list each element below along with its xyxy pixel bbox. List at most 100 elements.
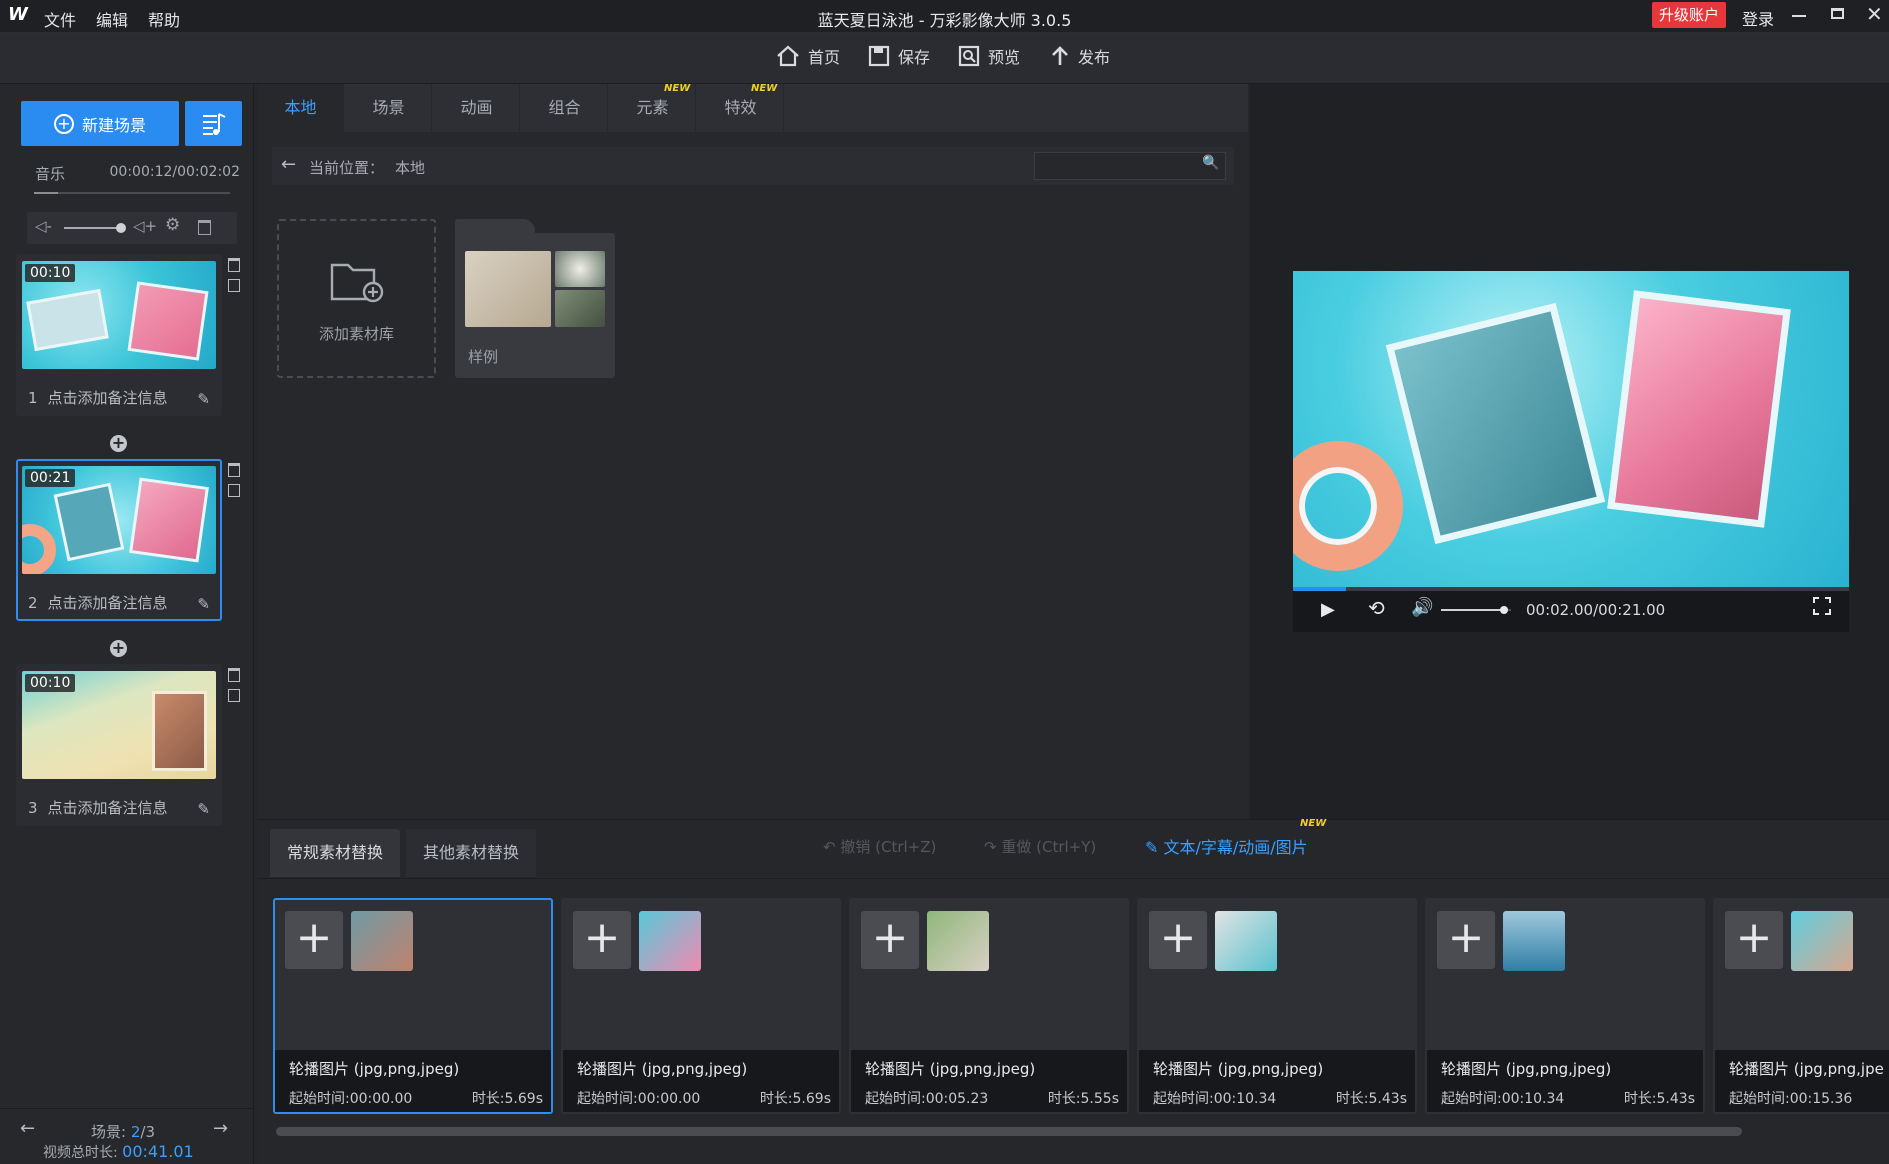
- volume-down-icon[interactable]: ◁-: [35, 217, 52, 235]
- delete-scene-icon[interactable]: [228, 463, 240, 477]
- tab-animation[interactable]: 动画: [434, 84, 520, 132]
- new-scene-button[interactable]: + 新建场景: [21, 101, 179, 146]
- location-bar: ← 当前位置： 本地 🔍: [272, 147, 1234, 185]
- main-toolbar: 首页 保存 预览 发布: [0, 33, 1889, 84]
- new-badge: NEW: [751, 83, 778, 94]
- delete-scene-icon[interactable]: [228, 258, 240, 272]
- replace-card-4[interactable]: + 轮播图片 (jpg,png,jpeg) 起始时间:00:10.34 时长:5.4…: [1137, 898, 1417, 1114]
- total-duration-value: 00:41.01: [122, 1142, 194, 1161]
- menu-file[interactable]: 文件: [44, 7, 76, 31]
- search-input[interactable]: [1034, 152, 1226, 180]
- scene-note[interactable]: 点击添加备注信息: [48, 594, 168, 612]
- delete-scene-icon[interactable]: [228, 668, 240, 682]
- window-title: 蓝天夏日泳池 - 万彩影像大师 3.0.5: [817, 11, 1072, 30]
- music-volume-slider[interactable]: [64, 223, 126, 233]
- add-image-button[interactable]: +: [573, 911, 631, 969]
- tab-scene[interactable]: 场景: [346, 84, 432, 132]
- card-start: 起始时间:00:10.34: [1153, 1091, 1277, 1107]
- edit-icon[interactable]: ✎: [197, 800, 210, 818]
- music-progress[interactable]: [34, 192, 230, 194]
- horizontal-scrollbar[interactable]: [276, 1127, 1742, 1136]
- add-circle-icon: +: [53, 113, 74, 134]
- insert-scene-icon[interactable]: +: [110, 640, 127, 657]
- scene-note[interactable]: 点击添加备注信息: [48, 799, 168, 817]
- play-icon[interactable]: ▶: [1321, 599, 1335, 620]
- volume-icon[interactable]: 🔊: [1411, 597, 1433, 618]
- scene-number: 3: [28, 799, 38, 817]
- player-controls: ▶ ⟲ 🔊 00:02.00/00:21.00: [1293, 587, 1849, 632]
- preview-button[interactable]: 预览: [958, 44, 1020, 68]
- scene-number: 2: [28, 594, 38, 612]
- volume-slider[interactable]: [1441, 606, 1511, 614]
- replace-thumbnail: [927, 911, 989, 971]
- music-list-button[interactable]: [185, 101, 242, 146]
- add-image-button[interactable]: +: [861, 911, 919, 969]
- trash-icon[interactable]: [198, 220, 211, 235]
- redo-button[interactable]: ↷ 重做 (Ctrl+Y): [984, 836, 1096, 857]
- scene-number: 1: [28, 389, 38, 407]
- location-label: 当前位置：: [309, 159, 385, 177]
- replace-card-6[interactable]: + 轮播图片 (jpg,png,jpe 起始时间:00:15.36: [1713, 898, 1889, 1114]
- text-edit-button[interactable]: ✎ 文本/字幕/动画/图片: [1145, 834, 1308, 858]
- login-link[interactable]: 登录: [1742, 6, 1774, 30]
- copy-scene-icon[interactable]: [228, 279, 240, 292]
- scene-note[interactable]: 点击添加备注信息: [48, 389, 168, 407]
- menu-edit[interactable]: 编辑: [96, 7, 128, 31]
- publish-button[interactable]: 发布: [1050, 44, 1110, 68]
- menu-help[interactable]: 帮助: [148, 7, 180, 31]
- save-icon: [868, 45, 890, 67]
- save-button[interactable]: 保存: [868, 44, 930, 68]
- upgrade-button[interactable]: 升级账户: [1652, 2, 1727, 28]
- copy-scene-icon[interactable]: [228, 484, 240, 497]
- tab-other-replace[interactable]: 其他素材替换: [406, 829, 536, 877]
- edit-icon[interactable]: ✎: [197, 595, 210, 613]
- search-icon[interactable]: 🔍: [1202, 155, 1219, 171]
- undo-button[interactable]: ↶ 撤销 (Ctrl+Z): [823, 836, 936, 857]
- scene-card-2[interactable]: 00:21 2 点击添加备注信息 ✎: [16, 459, 222, 621]
- add-image-button[interactable]: +: [1437, 911, 1495, 969]
- insert-scene-icon[interactable]: +: [110, 435, 127, 452]
- close-icon[interactable]: ✕: [1866, 2, 1883, 26]
- replace-thumbnail: [1215, 911, 1277, 971]
- replay-icon[interactable]: ⟲: [1368, 596, 1385, 620]
- replace-card-3[interactable]: + 轮播图片 (jpg,png,jpeg) 起始时间:00:05.23 时长:5.5…: [849, 898, 1129, 1114]
- home-button[interactable]: 首页: [776, 44, 840, 68]
- scene-card-3[interactable]: 00:10 3 点击添加备注信息 ✎: [16, 664, 222, 826]
- fullscreen-icon[interactable]: [1813, 597, 1831, 615]
- add-image-button[interactable]: +: [1149, 911, 1207, 969]
- tab-local[interactable]: 本地: [258, 84, 344, 132]
- publish-label: 发布: [1078, 48, 1111, 67]
- card-start: 起始时间:00:15.36: [1729, 1091, 1853, 1107]
- add-image-button[interactable]: +: [285, 911, 343, 969]
- player-progress[interactable]: [1293, 587, 1849, 591]
- prev-scene-icon[interactable]: ←: [20, 1118, 35, 1139]
- edit-icon[interactable]: ✎: [197, 390, 210, 408]
- maximize-icon[interactable]: [1831, 8, 1844, 19]
- minimize-icon[interactable]: [1792, 15, 1806, 17]
- replace-card-5[interactable]: + 轮播图片 (jpg,png,jpeg) 起始时间:00:10.34 时长:5.4…: [1425, 898, 1705, 1114]
- preview-icon: [958, 45, 980, 67]
- tab-group[interactable]: 组合: [522, 84, 608, 132]
- card-title: 轮播图片 (jpg,png,jpeg): [289, 1060, 460, 1078]
- scene-card-1[interactable]: 00:10 1 点击添加备注信息 ✎: [16, 254, 222, 416]
- next-scene-icon[interactable]: →: [213, 1118, 228, 1139]
- preview-panel: ▶ ⟲ 🔊 00:02.00/00:21.00: [1250, 84, 1889, 819]
- card-duration: 时长:5.55s: [1047, 1091, 1119, 1107]
- new-badge: NEW: [1300, 818, 1327, 829]
- sample-folder[interactable]: 样例: [455, 219, 615, 378]
- add-library-button[interactable]: 添加素材库: [277, 219, 436, 378]
- new-badge: NEW: [664, 83, 691, 94]
- replace-card-2[interactable]: + 轮播图片 (jpg,png,jpeg) 起始时间:00:00.00 时长:5.6…: [561, 898, 841, 1114]
- settings-icon[interactable]: ⚙: [165, 215, 180, 235]
- copy-scene-icon[interactable]: [228, 689, 240, 702]
- add-image-button[interactable]: +: [1725, 911, 1783, 969]
- volume-up-icon[interactable]: ◁+: [133, 217, 157, 235]
- back-arrow-icon[interactable]: ←: [281, 154, 296, 175]
- location-value: 本地: [395, 159, 426, 177]
- scene-counter-label: 场景:: [91, 1123, 127, 1141]
- replace-card-1[interactable]: + 轮播图片 (jpg,png,jpeg) 起始时间:00:00.00 时长:5.6…: [273, 898, 553, 1114]
- scene-duration: 00:21: [25, 469, 76, 487]
- tab-regular-replace[interactable]: 常规素材替换: [270, 829, 400, 877]
- material-panel: [258, 84, 1248, 819]
- redo-label: 重做 (Ctrl+Y): [1001, 838, 1097, 856]
